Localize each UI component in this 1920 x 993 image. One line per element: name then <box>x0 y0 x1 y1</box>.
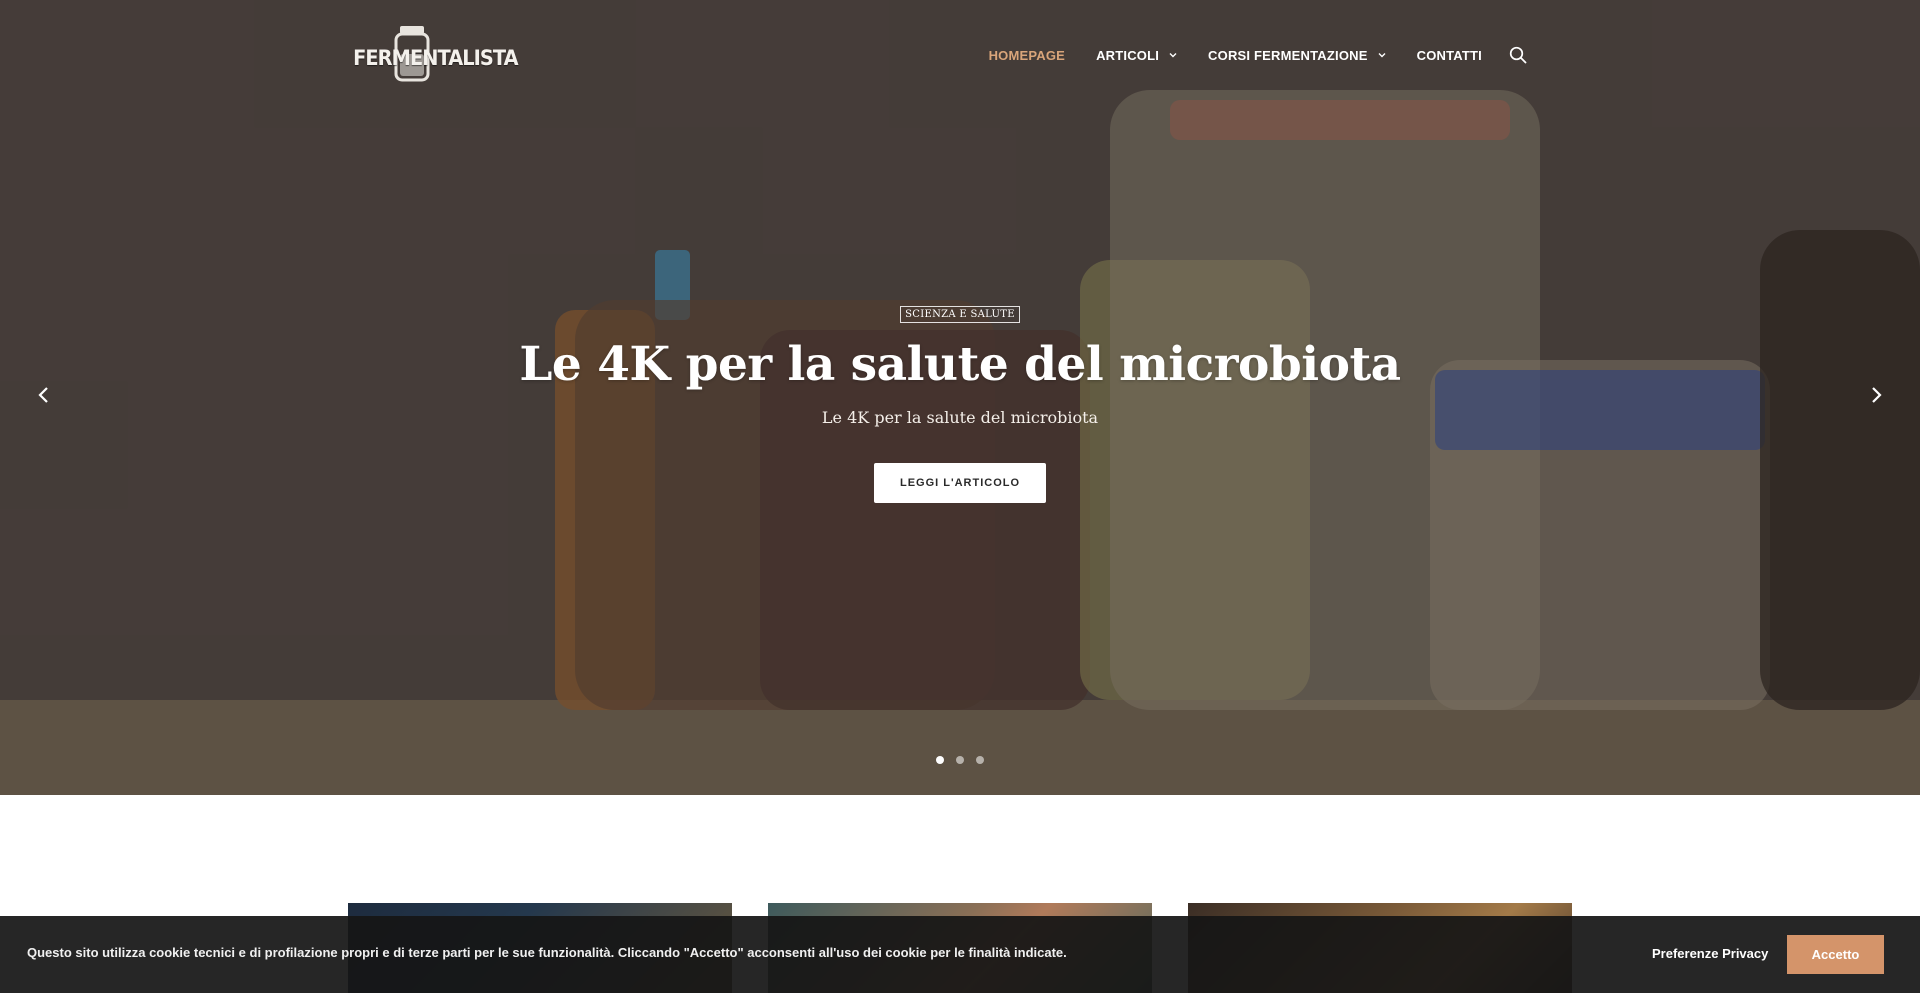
logo-text: FERMENTALISTA <box>353 46 519 70</box>
slider-dot[interactable] <box>956 756 964 764</box>
chevron-left-icon[interactable] <box>32 383 56 407</box>
slider-dot[interactable] <box>936 756 944 764</box>
nav-item-label: ARTICOLI <box>1096 47 1160 63</box>
site-logo[interactable]: FERMENTALISTA <box>348 24 519 84</box>
nav-item-contatti[interactable]: CONTATTI <box>1417 48 1482 63</box>
category-badge[interactable]: SCIENZA E SALUTE <box>900 306 1020 323</box>
read-article-button[interactable]: LEGGI L'ARTICOLO <box>874 463 1046 503</box>
site-header: FERMENTALISTA HOMEPAGE ARTICOLI CORSI FE… <box>0 0 1920 110</box>
slider-dot[interactable] <box>976 756 984 764</box>
cookie-banner-text: Questo sito utilizza cookie tecnici e di… <box>27 945 1067 960</box>
nav-item-homepage[interactable]: HOMEPAGE <box>989 48 1065 63</box>
nav-item-label: CONTATTI <box>1416 47 1482 63</box>
chevron-down-icon <box>1169 53 1177 58</box>
hero-title[interactable]: Le 4K per la salute del microbiota <box>0 337 1920 392</box>
slider-pagination <box>0 756 1920 764</box>
chevron-down-icon <box>1378 53 1386 58</box>
cookie-banner: Questo sito utilizza cookie tecnici e di… <box>0 916 1920 993</box>
accept-cookies-button[interactable]: Accetto <box>1787 935 1884 974</box>
nav-item-label: CORSI FERMENTAZIONE <box>1208 47 1368 63</box>
nav-item-label: HOMEPAGE <box>988 47 1066 63</box>
chevron-right-icon[interactable] <box>1864 383 1888 407</box>
main-nav: HOMEPAGE ARTICOLI CORSI FERMENTAZIONE CO… <box>958 40 1527 70</box>
search-icon[interactable] <box>1509 46 1527 64</box>
privacy-preferences-button[interactable]: Preferenze Privacy <box>1652 946 1768 961</box>
nav-item-corsi-fermentazione[interactable]: CORSI FERMENTAZIONE <box>1208 48 1386 63</box>
hero-content: SCIENZA E SALUTE Le 4K per la salute del… <box>0 304 1920 503</box>
hero-subtitle: Le 4K per la salute del microbiota <box>821 408 1099 427</box>
nav-item-articoli[interactable]: ARTICOLI <box>1096 48 1177 63</box>
